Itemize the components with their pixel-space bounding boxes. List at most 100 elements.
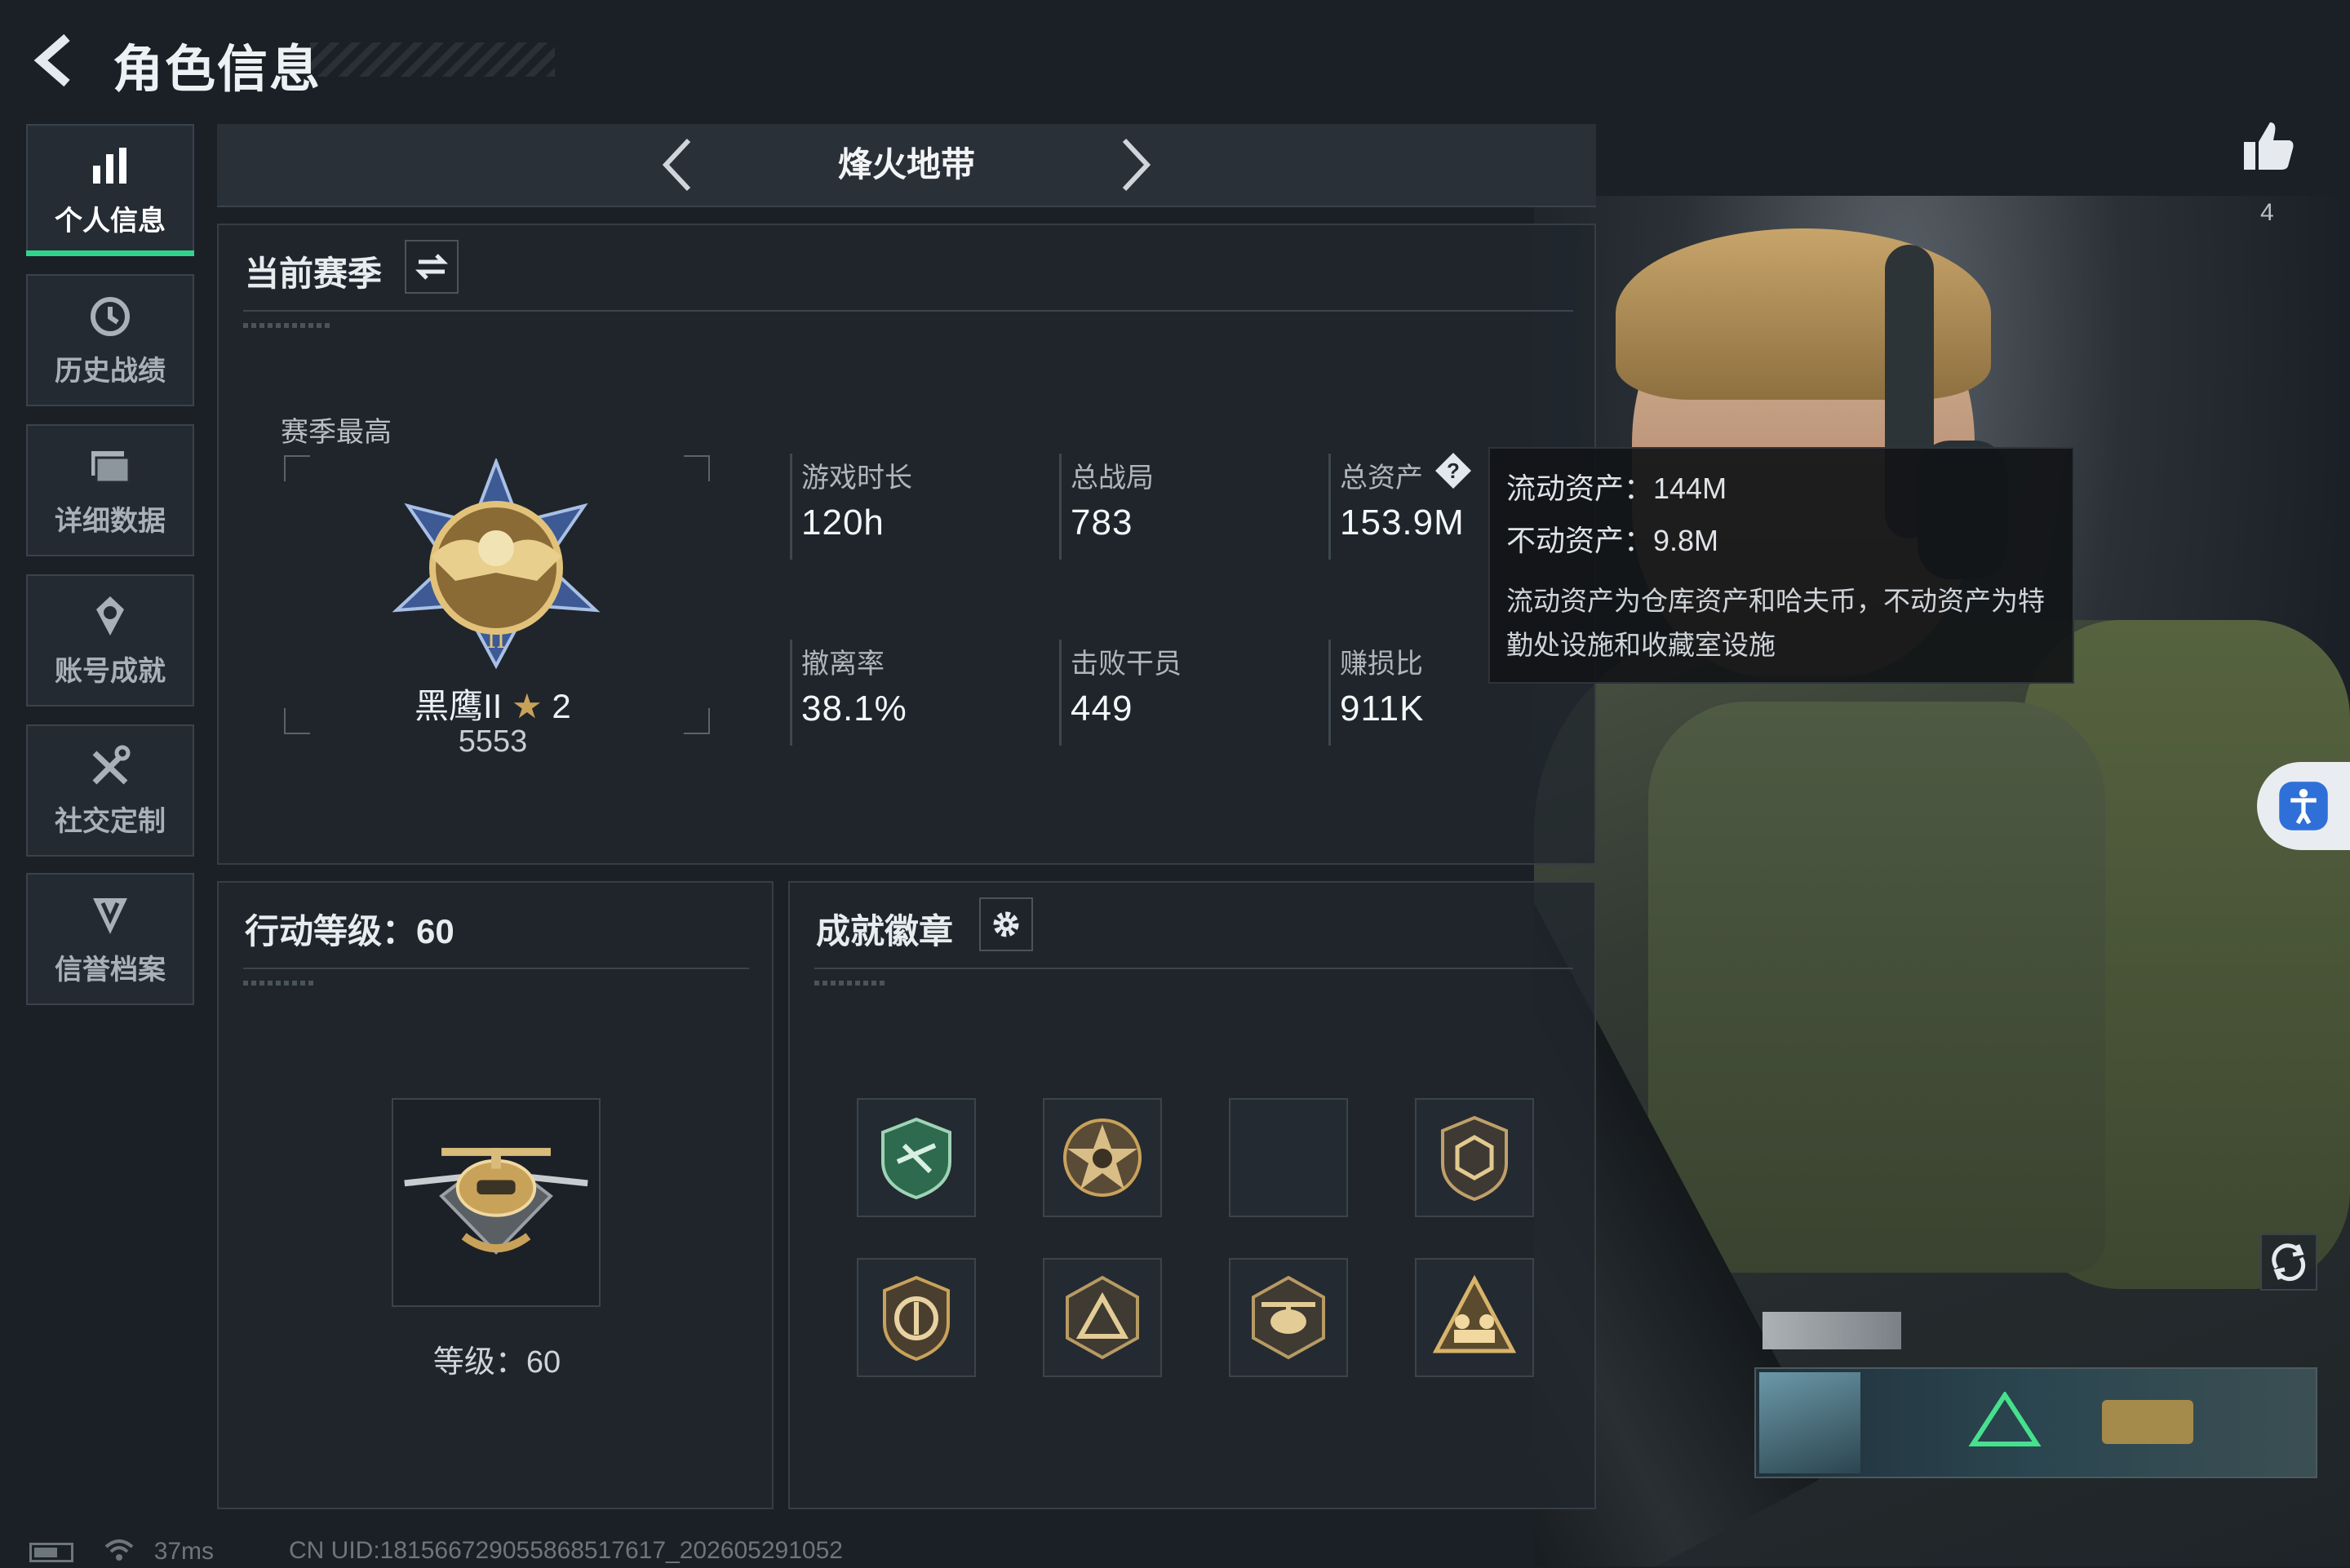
blurred-name-tag	[1762, 1312, 1901, 1349]
operation-level-panel: 行动等级：60 等级：60	[217, 881, 774, 1509]
decoration	[243, 323, 333, 328]
badge-slot[interactable]	[857, 1258, 976, 1377]
refresh-icon	[2272, 1243, 2306, 1282]
stat-divider	[790, 640, 792, 746]
helicopter-badge-icon	[1252, 1275, 1325, 1360]
badge-slot[interactable]	[857, 1098, 976, 1217]
empty-badge-slot[interactable]	[1229, 1098, 1348, 1217]
accessibility-icon	[2279, 782, 2328, 831]
chevron-left-icon	[662, 138, 691, 192]
frame-corner	[684, 455, 710, 481]
green-shield-badge-icon	[881, 1117, 951, 1200]
rank-stars: 2	[552, 687, 571, 725]
stat-value-kills: 449	[1071, 689, 1133, 729]
shield-v-icon	[93, 897, 127, 934]
rotate-view-button[interactable]	[2260, 1234, 2317, 1291]
level-caption: 等级：60	[432, 1345, 561, 1380]
assets-tooltip: 流动资产：144M 不动资产：9.8M 流动资产为仓库资产和哈夫币，不动资产为特…	[1488, 447, 2074, 684]
sidebar-item-achievements[interactable]: 账号成就	[26, 574, 194, 706]
decoration	[243, 981, 317, 986]
level-title: 行动等级：60	[245, 912, 454, 950]
stat-value-total-matches: 783	[1071, 503, 1133, 543]
operator-character-art	[1534, 196, 2350, 1566]
mode-selector: 烽火地带	[217, 124, 1596, 207]
page-title: 角色信息	[113, 42, 322, 98]
next-mode-button[interactable]	[1106, 135, 1164, 194]
sidebar-item-label: 账号成就	[55, 655, 166, 687]
tools-icon	[92, 745, 131, 785]
rank-line: 黑鹰II ★ 2	[415, 679, 571, 729]
black-hawk-rank-emblem: II	[392, 458, 601, 670]
swap-icon	[415, 254, 449, 280]
badge-slot[interactable]	[1415, 1258, 1534, 1377]
status-bar: 37ms	[29, 1537, 214, 1568]
folder-icon	[91, 450, 131, 483]
badge-slot[interactable]	[1043, 1098, 1162, 1217]
title-decoration	[310, 42, 555, 77]
chevron-right-icon	[1122, 138, 1151, 192]
stat-value-total-assets: 153.9M	[1340, 503, 1465, 543]
stat-label-extraction-rate: 撤离率	[801, 649, 885, 680]
tooltip-description: 流动资产为仓库资产和哈夫币，不动资产为特勤处设施和收藏室设施	[1506, 586, 2045, 660]
tooltip-liquid-assets: 流动资产：144M	[1506, 472, 1727, 505]
stat-value-playtime: 120h	[801, 503, 885, 543]
badge-settings-button[interactable]	[979, 897, 1033, 951]
stat-value-profit-ratio: 911K	[1340, 689, 1425, 729]
badge-slot[interactable]	[1415, 1098, 1534, 1217]
switch-season-button[interactable]	[405, 240, 459, 294]
squad-badge-icon	[1432, 1274, 1517, 1353]
badge-slot[interactable]	[1229, 1258, 1348, 1377]
season-title: 当前赛季	[245, 255, 383, 293]
stat-divider	[1328, 454, 1331, 560]
bar-chart-icon	[93, 147, 126, 184]
sidebar-item-detailed-data[interactable]: 详细数据	[26, 424, 194, 556]
round-shield-badge-icon	[883, 1275, 950, 1362]
assets-help-button[interactable]: ?	[1433, 450, 1474, 491]
like-button[interactable]	[2239, 117, 2298, 176]
sidebar-item-reputation[interactable]: 信誉档案	[26, 873, 194, 1005]
sidebar-item-social[interactable]: 社交定制	[26, 724, 194, 857]
sidebar-item-label: 历史战绩	[55, 355, 166, 387]
stat-label-total-matches: 总战局	[1071, 463, 1154, 494]
battery-icon	[29, 1543, 73, 1562]
decoration	[814, 981, 888, 986]
badge-slot[interactable]	[1043, 1258, 1162, 1377]
badges-title: 成就徽章	[816, 912, 954, 950]
collab-banner[interactable]	[1754, 1367, 2317, 1478]
accessibility-button[interactable]	[2257, 762, 2350, 850]
back-button[interactable]	[29, 31, 88, 90]
season-panel: 当前赛季 赛季最高 II 黑鹰II ★ 2 5553 游戏时长 120h 总战局…	[217, 224, 1596, 865]
sidebar-item-history[interactable]: 历史战绩	[26, 274, 194, 406]
sidebar-item-label: 社交定制	[55, 805, 166, 837]
rank-star-icon: ★	[512, 687, 543, 725]
rank-name: 黑鹰II	[415, 687, 503, 725]
sidebar-item-personal-info[interactable]: 个人信息	[26, 124, 194, 256]
help-diamond-icon: ?	[1435, 453, 1471, 489]
sidebar-item-label: 信誉档案	[55, 954, 166, 986]
star-skull-badge-icon	[1063, 1118, 1142, 1197]
helicopter-level-emblem	[404, 1148, 588, 1255]
gear-icon	[993, 911, 1019, 937]
delta-logo-icon	[1968, 1392, 2042, 1446]
sidebar-item-label: 个人信息	[55, 205, 166, 237]
prev-mode-button[interactable]	[650, 135, 707, 194]
divider	[243, 968, 749, 969]
tooltip-fixed-assets: 不动资产：9.8M	[1506, 524, 1719, 557]
stat-divider	[1059, 454, 1062, 560]
stat-label-kills: 击败干员	[1071, 649, 1182, 680]
stat-label-playtime: 游戏时长	[801, 463, 912, 494]
triangle-badge-icon	[1066, 1275, 1139, 1360]
stat-label-total-assets: 总资产	[1340, 463, 1423, 494]
rank-points: 5553	[458, 724, 528, 759]
svg-text:II: II	[486, 626, 506, 654]
thumbs-up-icon	[2244, 122, 2294, 170]
season-best-label: 赛季最高	[281, 417, 392, 448]
stat-value-extraction-rate: 38.1%	[801, 689, 907, 729]
wifi-icon	[103, 1537, 135, 1568]
tomb-raider-logo-icon	[2102, 1400, 2193, 1444]
back-arrow-icon	[33, 33, 70, 87]
divider	[243, 310, 1573, 312]
svg-text:?: ?	[1447, 458, 1460, 483]
divider	[814, 968, 1573, 969]
history-clock-icon	[91, 296, 130, 336]
